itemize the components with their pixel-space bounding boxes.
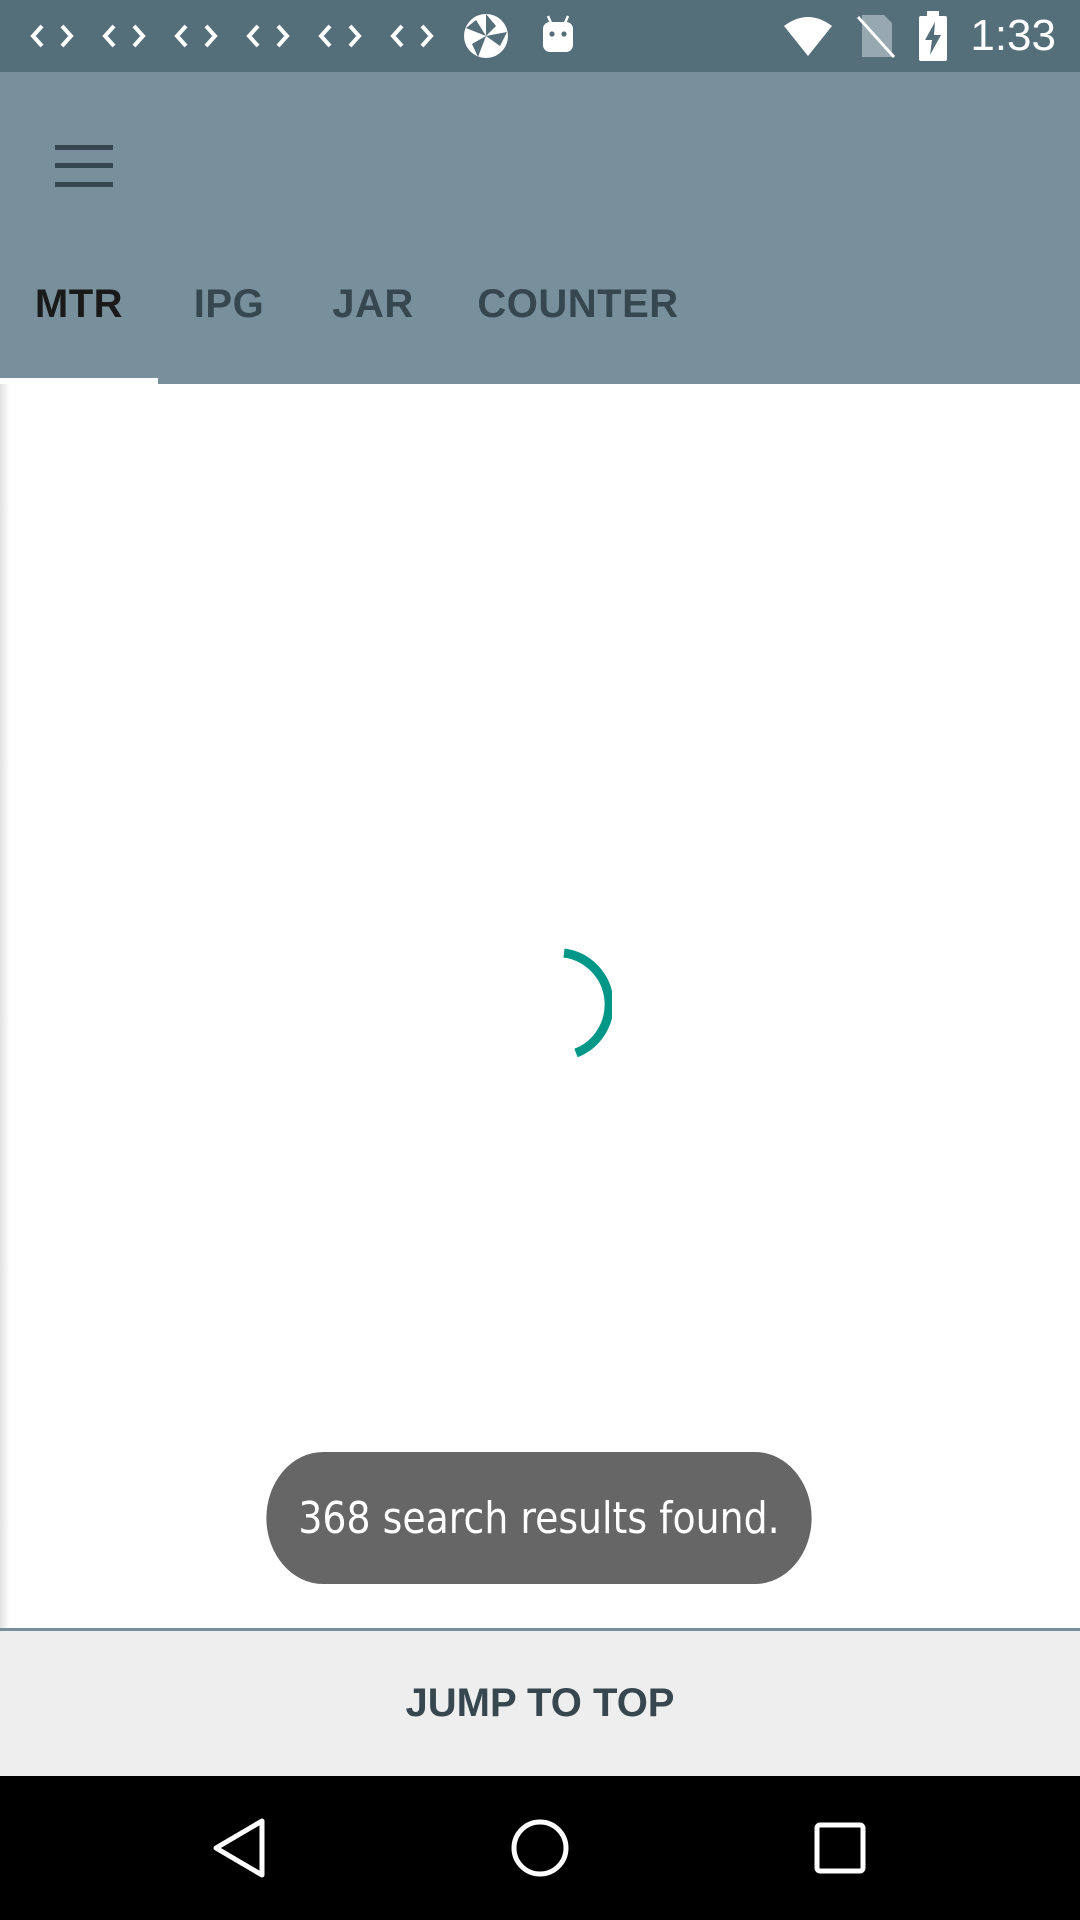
hamburger-menu-icon: [55, 145, 113, 187]
footer-bar: JUMP TO TOP: [0, 1631, 1080, 1776]
navigation-bar: [0, 1776, 1080, 1920]
pinwheel-icon: [464, 14, 508, 58]
tab-counter[interactable]: COUNTER: [470, 224, 686, 384]
code-icon: [102, 24, 146, 48]
jump-to-top-button[interactable]: JUMP TO TOP: [366, 1661, 715, 1746]
toast-message: 368 search results found.: [266, 1452, 812, 1584]
tab-ipg[interactable]: IPG: [170, 224, 288, 384]
code-icon: [30, 24, 74, 48]
android-icon: [543, 15, 573, 52]
code-icon: [318, 24, 362, 48]
recents-icon: [814, 1822, 866, 1874]
tab-mtr[interactable]: MTR: [0, 224, 158, 384]
loading-spinner-icon: [563, 948, 612, 1058]
tab-bar: MTR IPG JAR COUNTER: [0, 224, 1080, 384]
code-icon: [174, 24, 218, 48]
status-bar: 1:33: [0, 0, 1080, 72]
menu-button[interactable]: [38, 120, 130, 212]
home-icon: [511, 1819, 569, 1877]
code-icon: [390, 24, 434, 48]
back-icon: [213, 1818, 265, 1878]
battery-charging-icon: [919, 11, 948, 61]
tab-jar[interactable]: JAR: [310, 224, 436, 384]
drawer-edge-shadow: [0, 384, 10, 1630]
wifi-icon: [784, 17, 833, 56]
code-icon: [246, 24, 290, 48]
notification-icons: [30, 0, 606, 72]
back-button[interactable]: [188, 1796, 292, 1900]
no-sim-icon: [857, 15, 896, 59]
clock: 1:33: [970, 11, 1056, 60]
home-button[interactable]: [488, 1796, 592, 1900]
recents-button[interactable]: [788, 1796, 892, 1900]
app-bar: MTR IPG JAR COUNTER: [0, 72, 1080, 384]
system-icons: 1:33: [760, 0, 1056, 72]
